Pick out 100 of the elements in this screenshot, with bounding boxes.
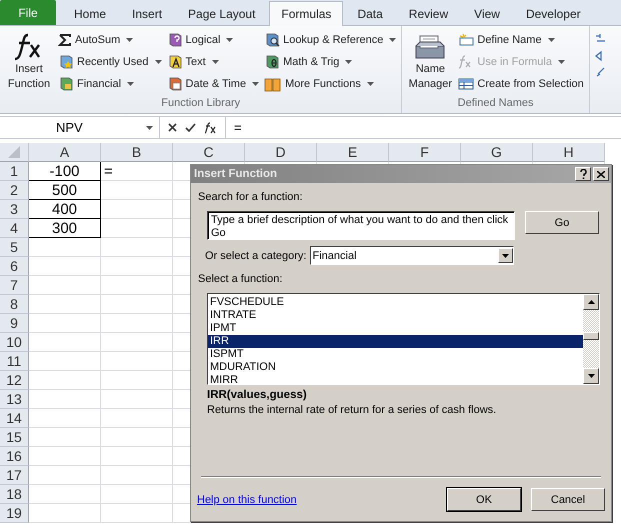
function-item[interactable]: MIRR: [208, 374, 583, 387]
name-box[interactable]: NPV: [0, 117, 160, 138]
table-cell: [29, 295, 101, 314]
function-item[interactable]: IPMT: [208, 322, 583, 335]
column-header[interactable]: C: [173, 143, 245, 162]
sigma-icon: [58, 33, 72, 47]
function-category-button[interactable]: Logical: [164, 30, 262, 50]
function-category-button[interactable]: Text: [164, 52, 262, 72]
row-header[interactable]: 16: [0, 447, 29, 466]
ribbon-tab[interactable]: Home: [62, 2, 118, 25]
go-button[interactable]: Go: [525, 211, 599, 234]
close-button[interactable]: [593, 167, 609, 181]
table-cell: [29, 314, 101, 333]
caret-icon: [126, 38, 134, 42]
row-header[interactable]: 17: [0, 466, 29, 485]
row-header[interactable]: 9: [0, 314, 29, 333]
dialog-title: Insert Function: [194, 168, 278, 180]
row-header[interactable]: 1: [0, 162, 29, 181]
ribbon-tab[interactable]: View: [462, 2, 512, 25]
function-signature: IRR(values,guess): [207, 389, 308, 401]
tag-icon: [458, 33, 474, 47]
name-manager-button[interactable]: Name Manager: [405, 30, 456, 97]
row-header[interactable]: 2: [0, 181, 29, 200]
table-cell: [29, 371, 101, 390]
table-cell: [29, 257, 101, 276]
table-cell: [29, 333, 101, 352]
cancel-icon[interactable]: [168, 123, 177, 132]
book-icon: [264, 54, 280, 70]
table-icon: [458, 77, 474, 91]
caret-icon: [127, 82, 134, 86]
ribbon-tab[interactable]: Data: [345, 2, 395, 25]
row-header[interactable]: 13: [0, 390, 29, 409]
row-header[interactable]: 14: [0, 409, 29, 428]
group-label: Defined Names: [456, 97, 534, 111]
function-category-button[interactable]: Date & Time: [164, 74, 262, 94]
table-cell: [29, 352, 101, 371]
function-item[interactable]: MDURATION: [208, 361, 583, 374]
table-cell: 300: [29, 219, 101, 238]
defined-name-button[interactable]: Create from Selection: [456, 74, 586, 94]
insert-function-button[interactable]: Insert Function: [3, 30, 55, 97]
function-item[interactable]: INTRATE: [208, 309, 583, 322]
column-header[interactable]: G: [461, 143, 533, 162]
cancel-button[interactable]: Cancel: [531, 488, 605, 511]
scroll-thumb[interactable]: [583, 332, 599, 340]
close-icon: [597, 170, 605, 178]
book-icon: [58, 54, 74, 70]
defined-name-button[interactable]: Define Name: [456, 30, 586, 50]
row-header[interactable]: 3: [0, 200, 29, 219]
ribbon-tab[interactable]: Page Layout: [176, 2, 268, 25]
group-label: Function Library: [160, 97, 242, 111]
row-header[interactable]: 7: [0, 276, 29, 295]
function-category-button[interactable]: Financial: [56, 74, 164, 94]
ribbon-tab[interactable]: Review: [396, 2, 460, 25]
row-header[interactable]: 11: [0, 352, 29, 371]
column-header[interactable]: H: [533, 143, 605, 162]
function-item[interactable]: IRR: [208, 335, 583, 348]
ribbon-tab[interactable]: File: [0, 0, 56, 25]
caret-icon: [389, 38, 396, 42]
row-header[interactable]: 5: [0, 238, 29, 257]
help-link[interactable]: Help on this function: [197, 494, 437, 506]
book-icon: [58, 76, 74, 92]
category-dropdown[interactable]: Financial: [310, 246, 514, 265]
column-header[interactable]: F: [389, 143, 461, 162]
row-header[interactable]: 12: [0, 371, 29, 390]
table-cell: 500: [29, 181, 101, 200]
row-header[interactable]: 8: [0, 295, 29, 314]
function-category-button[interactable]: AutoSum: [56, 30, 164, 50]
row-header[interactable]: 4: [0, 219, 29, 238]
function-item[interactable]: FVSCHEDULE: [208, 296, 583, 309]
column-header[interactable]: E: [317, 143, 389, 162]
ribbon-tab[interactable]: Developer: [514, 2, 593, 25]
table-cell: [29, 276, 101, 295]
book-icon: [166, 76, 183, 92]
function-category-button[interactable]: Recently Used: [56, 52, 164, 72]
table-cell: [29, 504, 101, 523]
column-header[interactable]: B: [101, 143, 173, 162]
function-item[interactable]: ISPMT: [208, 348, 583, 361]
caret-icon: [212, 60, 219, 64]
row-header[interactable]: 15: [0, 428, 29, 447]
check-icon[interactable]: [185, 123, 196, 132]
formula-field[interactable]: =: [226, 120, 242, 135]
column-header[interactable]: A: [29, 143, 101, 162]
function-category-button[interactable]: Math & Trig: [262, 52, 398, 72]
table-cell: [29, 428, 101, 447]
help-button[interactable]: [575, 167, 591, 181]
function-category-button[interactable]: More Functions: [262, 74, 398, 94]
row-header[interactable]: 10: [0, 333, 29, 352]
function-icon[interactable]: [204, 122, 217, 134]
search-field[interactable]: Type a brief description of what you want to do and then click Go: [207, 211, 515, 240]
ribbon-tab[interactable]: Formulas: [269, 1, 344, 26]
dropdown-arrow-icon: [502, 254, 508, 258]
ok-button[interactable]: OK: [447, 488, 521, 511]
function-category-button[interactable]: Lookup & Reference: [262, 30, 398, 50]
row-header[interactable]: 19: [0, 504, 29, 523]
row-header[interactable]: 6: [0, 257, 29, 276]
scrollbar[interactable]: [583, 294, 599, 384]
caret-icon: [252, 82, 260, 86]
column-header[interactable]: D: [245, 143, 317, 162]
row-header[interactable]: 18: [0, 485, 29, 504]
ribbon-tab[interactable]: Insert: [120, 2, 174, 25]
